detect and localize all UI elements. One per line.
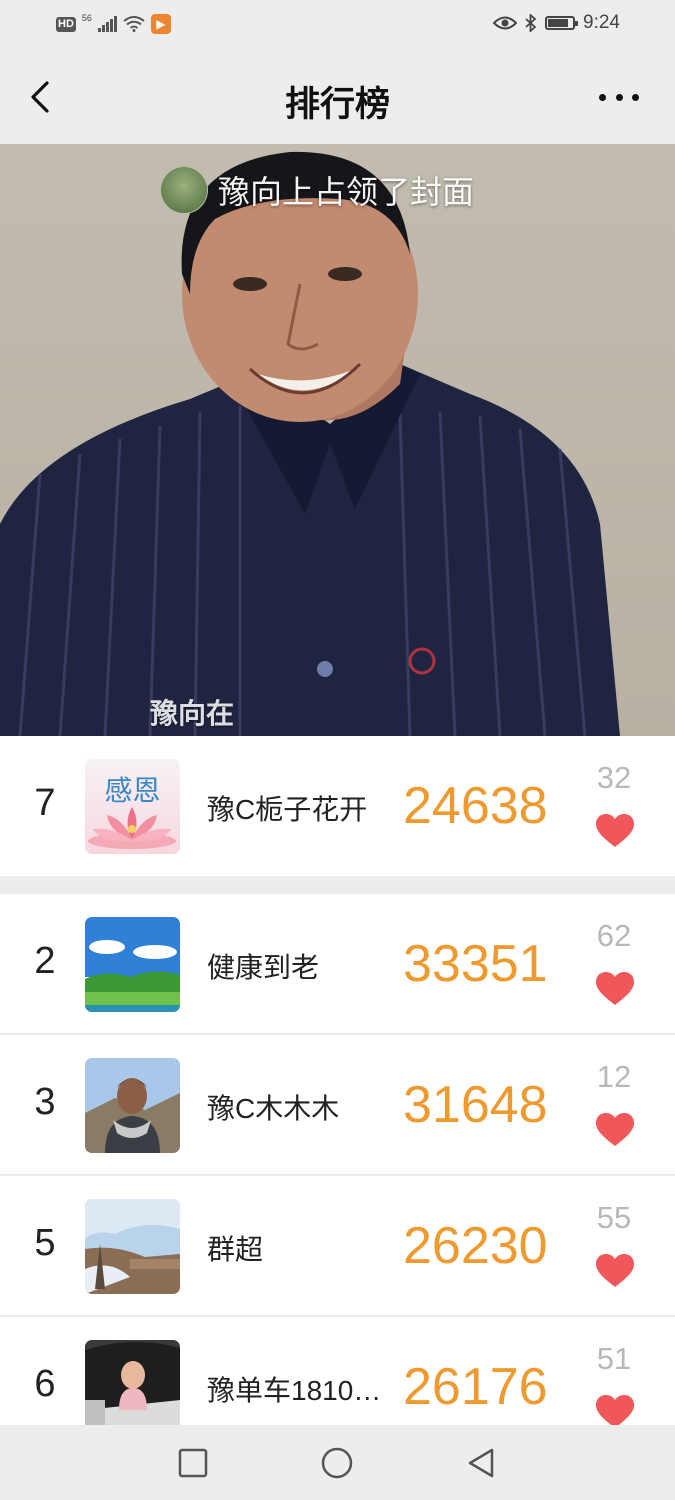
avatar[interactable] — [85, 1199, 180, 1294]
status-bar: HD 56 ▶ 9:24 — [0, 0, 675, 50]
like-count: 51 — [596, 1341, 632, 1376]
portrait-image — [85, 1058, 180, 1153]
avatar[interactable] — [85, 1340, 180, 1435]
ranking-row[interactable]: 3 豫C木木木 31648 12 — [0, 1035, 675, 1175]
row-divider — [0, 1315, 675, 1316]
status-left: HD 56 ▶ — [56, 13, 171, 34]
nav-bar: 排行榜 — [0, 50, 675, 144]
heart-icon[interactable] — [596, 972, 634, 1006]
heart-icon[interactable] — [596, 1395, 634, 1429]
square-icon[interactable] — [177, 1447, 209, 1479]
rank-number: 6 — [34, 1363, 56, 1405]
step-score: 26230 — [403, 1217, 548, 1275]
avatar[interactable] — [85, 917, 180, 1012]
rank-number: 2 — [34, 940, 56, 982]
page-title: 排行榜 — [284, 85, 390, 124]
heart-icon[interactable] — [596, 814, 634, 848]
ranking-row[interactable]: 2 健康到老 33351 62 — [0, 894, 675, 1034]
step-score: 24638 — [403, 777, 548, 835]
user-name: 群超 — [207, 1234, 264, 1265]
step-score: 31648 — [403, 1076, 548, 1134]
rank-number: 7 — [34, 782, 56, 824]
hd-icon: HD — [56, 16, 76, 32]
snow-scene-image — [85, 1199, 180, 1294]
like-count: 62 — [596, 918, 632, 953]
status-right: 9:24 — [493, 12, 620, 34]
cover-owner-avatar[interactable] — [160, 166, 208, 214]
cover-watermark: 豫向在 — [150, 698, 235, 729]
step-score: 33351 — [403, 935, 548, 993]
rank-number: 5 — [34, 1222, 56, 1264]
landscape-image — [85, 917, 180, 1012]
cover-caption-text: 豫向上占领了封面 — [218, 174, 475, 210]
triangle-back-icon[interactable] — [465, 1447, 497, 1479]
eye-icon — [493, 16, 518, 30]
cover-image[interactable]: 豫向上占领了封面 豫向在 — [0, 144, 675, 736]
bluetooth-icon — [525, 14, 537, 32]
circle-icon[interactable] — [321, 1447, 353, 1479]
heart-icon[interactable] — [596, 1254, 634, 1288]
child-in-car-image — [85, 1340, 180, 1435]
rank-number: 3 — [34, 1081, 56, 1123]
app-icon: ▶ — [150, 14, 171, 34]
like-count: 55 — [596, 1200, 632, 1235]
my-rank-row[interactable]: 7 感恩 豫C栀子花开 24638 32 — [0, 736, 675, 876]
more-dots-icon[interactable] — [599, 82, 639, 112]
signal-label: 56 — [81, 13, 92, 23]
cover-portrait-photo — [0, 151, 620, 736]
battery-icon — [545, 16, 579, 30]
avatar[interactable] — [85, 1058, 180, 1153]
user-name: 健康到老 — [207, 952, 320, 983]
step-score: 26176 — [403, 1358, 548, 1416]
row-divider — [0, 1174, 675, 1175]
status-time: 9:24 — [583, 12, 620, 33]
heart-icon[interactable] — [596, 1113, 634, 1147]
avatar[interactable]: 感恩 — [85, 759, 180, 854]
lotus-image — [88, 807, 176, 849]
row-divider — [0, 1033, 675, 1034]
user-name: 豫C栀子花开 — [207, 794, 368, 825]
ranking-row[interactable]: 5 群超 26230 55 — [0, 1176, 675, 1316]
user-name: 豫单车1810… — [207, 1375, 382, 1406]
signal-icon — [97, 16, 117, 32]
system-navigation-bar — [0, 1425, 675, 1500]
section-gap — [0, 877, 675, 894]
like-count: 32 — [596, 760, 632, 795]
like-count: 12 — [596, 1059, 632, 1094]
user-name: 豫C木木木 — [207, 1093, 340, 1124]
wifi-icon — [123, 16, 145, 32]
cover-caption: 豫向上占领了封面 — [160, 166, 474, 214]
